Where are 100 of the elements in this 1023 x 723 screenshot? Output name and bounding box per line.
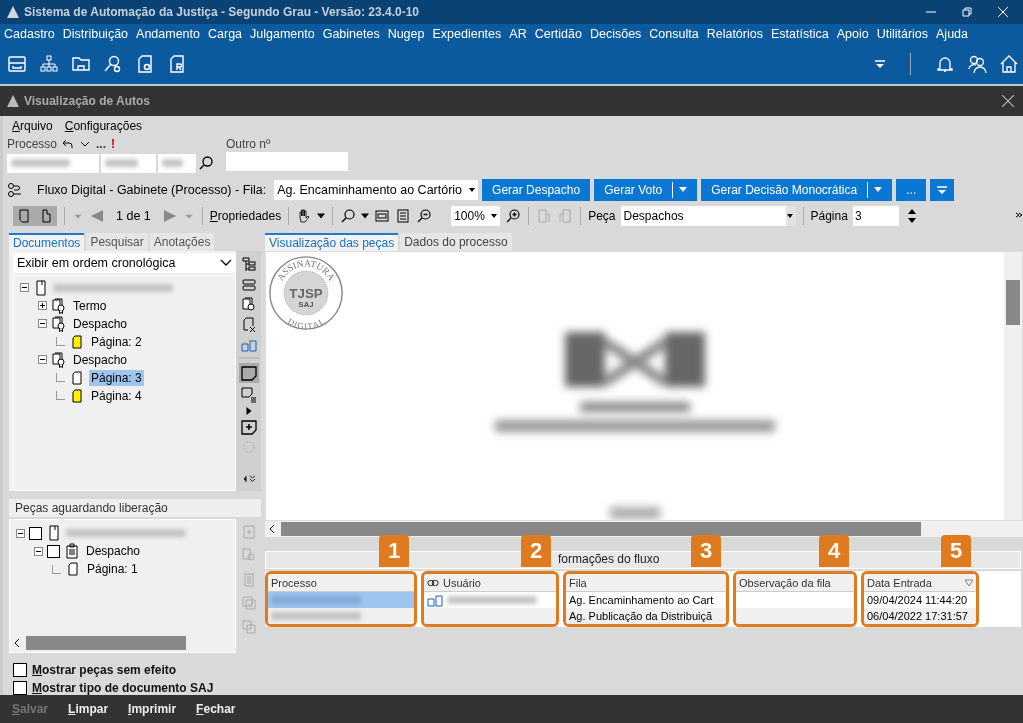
split-button[interactable]: Gerar Decisão Monocrática (701, 178, 893, 201)
column-header[interactable]: Observação da fila (736, 574, 854, 592)
scrollbar-thumb[interactable] (1006, 280, 1020, 325)
expander-icon[interactable] (20, 283, 29, 293)
tree-item[interactable]: Página: 4 (89, 387, 144, 404)
menu-item[interactable]: Estatística (770, 27, 829, 41)
list-view-icon[interactable] (240, 276, 257, 293)
remove-document-icon[interactable] (240, 316, 257, 333)
expander-icon[interactable] (38, 319, 47, 329)
other-number-field[interactable] (226, 152, 348, 171)
process-number-field[interactable] (101, 153, 156, 173)
overflow-button[interactable] (930, 178, 955, 201)
menu-item[interactable]: Configurações (64, 119, 143, 133)
folder-icon[interactable] (71, 54, 91, 74)
scroll-left-icon[interactable] (269, 525, 275, 533)
fit-page-icon[interactable] (395, 208, 412, 224)
menu-item[interactable]: Carga (208, 27, 243, 41)
page-field[interactable]: 3 (852, 206, 899, 226)
menu-item[interactable]: Certidão (534, 27, 582, 41)
search-gear-icon[interactable] (103, 54, 123, 74)
zoom-in-icon[interactable] (505, 208, 522, 224)
scroll-left-icon[interactable] (14, 639, 20, 647)
footer-button[interactable]: Fechar (196, 702, 236, 716)
menu-item[interactable]: Decisões (589, 27, 642, 41)
checkbox-label[interactable]: Mostrar tipo de documento SAJ (32, 681, 214, 695)
tree-item[interactable]: Despacho (71, 351, 130, 368)
menu-item[interactable]: Relatórios (706, 27, 763, 41)
menu-item[interactable]: Utilitários (876, 27, 929, 41)
search-icon[interactable] (340, 208, 357, 224)
expander-icon[interactable] (38, 355, 47, 365)
menu-item[interactable]: Consulta (649, 27, 699, 41)
footer-button[interactable]: Limpar (68, 702, 109, 716)
tree-item[interactable]: Despacho (71, 315, 130, 332)
action-button[interactable]: ... (896, 178, 927, 201)
tab[interactable]: Pesquisar (86, 233, 148, 251)
dropdown-icon[interactable] (874, 58, 886, 70)
document-icon[interactable] (167, 54, 187, 74)
expander-icon[interactable] (34, 546, 43, 556)
add-note-icon[interactable] (240, 418, 257, 435)
notification-bell-icon[interactable] (935, 54, 955, 74)
more-button[interactable]: ... (96, 137, 107, 151)
tray-icon[interactable] (7, 54, 27, 74)
menu-item[interactable]: Expedientes (432, 27, 502, 41)
tree-item[interactable]: Termo (71, 297, 109, 314)
users-icon[interactable] (967, 54, 987, 74)
checkbox[interactable] (29, 526, 42, 540)
process-number-field[interactable] (158, 153, 196, 173)
properties-button[interactable]: Propriedades (209, 209, 282, 223)
menu-item[interactable]: Julgamento (250, 27, 315, 41)
zoom-dropdown[interactable]: 100% (451, 206, 501, 226)
overflow-chevron-icon[interactable] (1015, 212, 1023, 220)
menu-item[interactable]: Distribuição (62, 27, 129, 41)
annotation-list-icon[interactable] (240, 386, 257, 403)
page-view-icon[interactable] (16, 208, 32, 224)
split-button[interactable]: Gerar Voto (594, 178, 698, 201)
order-dropdown[interactable]: Exibir em ordem cronológica (13, 252, 236, 273)
menu-item[interactable]: Gabinetes (322, 27, 380, 41)
checkbox[interactable] (13, 663, 27, 677)
menu-item[interactable]: Cadastro (4, 27, 55, 41)
menu-item[interactable]: Apoio (836, 27, 869, 41)
caret-icon[interactable] (361, 212, 370, 220)
search-icon[interactable] (198, 155, 214, 171)
tree-item[interactable]: Página: 3 (89, 369, 144, 386)
checkbox-label[interactable]: Mostrar peças sem efeito (32, 663, 177, 677)
hierarchy-icon[interactable] (39, 54, 59, 74)
piece-dropdown[interactable]: Despachos (620, 206, 796, 226)
menu-item[interactable]: Ajuda (936, 27, 968, 41)
tree-view-icon[interactable] (240, 256, 257, 273)
menu-item[interactable]: Nugep (387, 27, 425, 41)
checkbox[interactable] (13, 681, 27, 695)
column-header[interactable]: Data Entrada (864, 574, 976, 592)
checkbox[interactable] (47, 544, 60, 558)
document-icon[interactable] (135, 54, 155, 74)
certificate-icon[interactable] (240, 296, 257, 313)
queue-dropdown[interactable]: Ag. Encaminhamento ao Cartório (274, 179, 479, 200)
tree-item[interactable]: Página: 2 (89, 333, 144, 350)
undo-icon[interactable] (62, 138, 75, 150)
menu-item[interactable]: AR (509, 27, 527, 41)
process-number-field[interactable] (7, 153, 99, 173)
tab[interactable]: Visualização das peças (265, 233, 399, 251)
fit-width-icon[interactable] (374, 208, 391, 224)
zoom-out-icon[interactable] (416, 208, 433, 224)
home-icon[interactable] (999, 54, 1019, 74)
tree-item[interactable]: Despacho (84, 543, 143, 560)
action-button[interactable]: Gerar Despacho (482, 178, 591, 201)
annotation-icon[interactable] (238, 362, 259, 383)
scrollbar-thumb[interactable] (26, 636, 186, 650)
column-header[interactable]: Usuário (424, 574, 556, 592)
caret-right-icon[interactable] (244, 406, 253, 415)
menu-item[interactable]: Arquivo (12, 119, 53, 133)
close-icon[interactable] (1001, 94, 1015, 108)
tree-item[interactable]: Página: 1 (85, 561, 140, 578)
footer-button[interactable]: Imprimir (128, 702, 177, 716)
restore-icon[interactable] (961, 6, 973, 18)
expander-icon[interactable] (16, 528, 25, 538)
tab[interactable]: Anotações (149, 233, 215, 251)
column-header[interactable]: Fila (566, 574, 726, 592)
expander-icon[interactable] (38, 301, 47, 311)
column-header[interactable]: Processo (268, 574, 414, 592)
tab[interactable]: Dados do processo (400, 233, 512, 251)
